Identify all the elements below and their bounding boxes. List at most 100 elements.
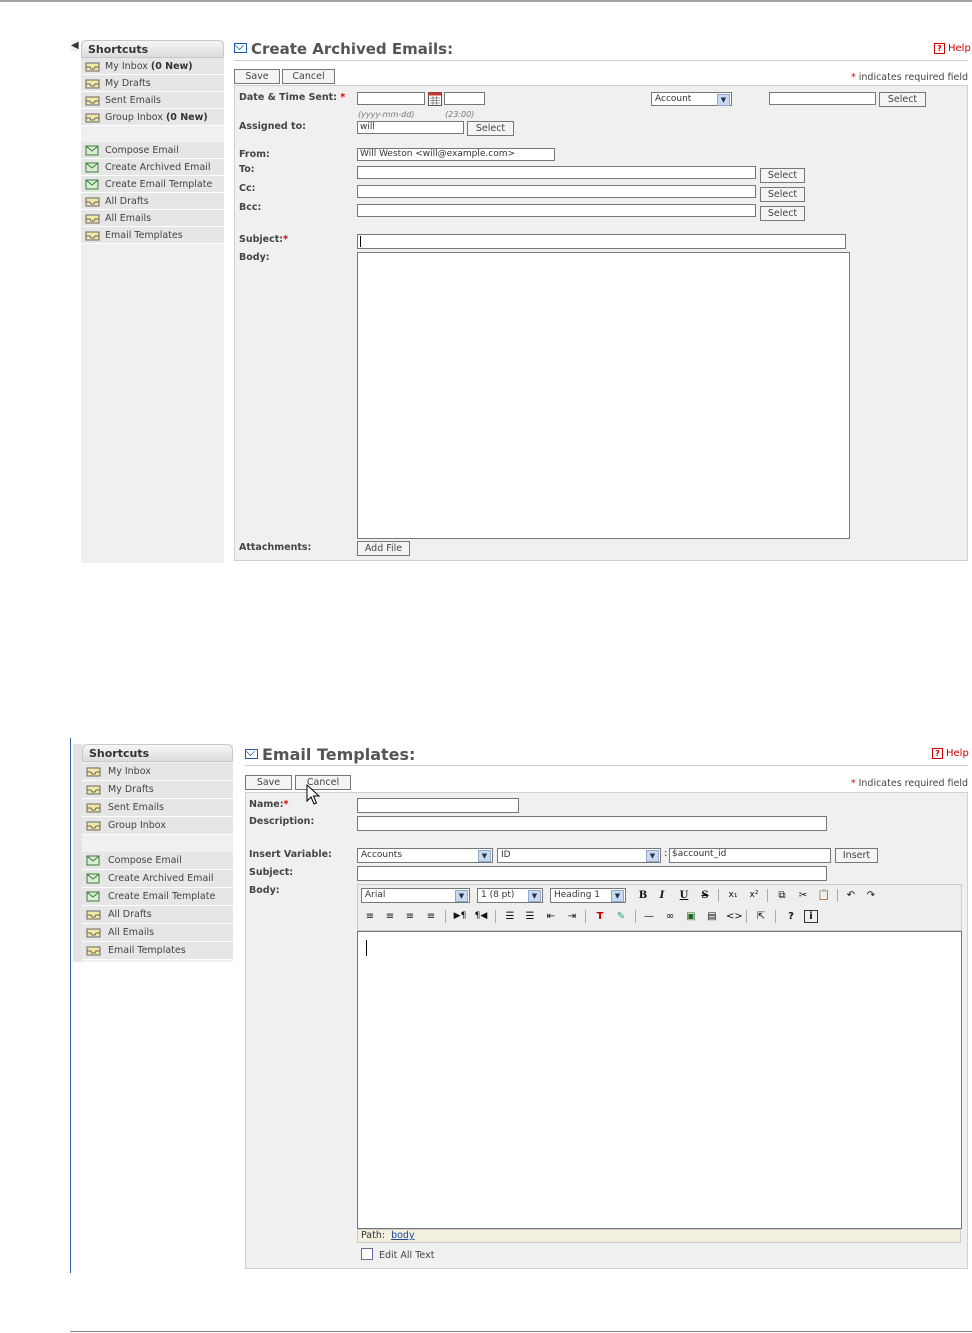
format-select[interactable]: Heading 1 ▼ <box>550 888 626 903</box>
toolbar-separator <box>445 910 446 923</box>
outdent-icon[interactable]: ⇤ <box>544 910 558 923</box>
sidebar-item-create-archived-email[interactable]: Create Archived Email <box>82 870 233 888</box>
underline-icon[interactable]: U <box>677 889 691 902</box>
superscript-icon[interactable]: x² <box>747 889 761 902</box>
rtl-icon[interactable]: ¶◀ <box>474 910 488 923</box>
body-editor[interactable] <box>357 931 962 1229</box>
cancel-button[interactable]: Cancel <box>282 69 335 84</box>
subject-input[interactable] <box>357 234 846 249</box>
ltr-icon[interactable]: ▶¶ <box>453 910 467 923</box>
to-select-button[interactable]: Select <box>760 168 805 183</box>
cut-icon[interactable]: ✂ <box>796 889 810 902</box>
bold-icon[interactable]: B <box>636 889 650 902</box>
variable-module-select[interactable]: Accounts ▼ <box>357 848 493 863</box>
compose-icon <box>86 855 100 866</box>
indent-icon[interactable]: ⇥ <box>565 910 579 923</box>
calendar-icon[interactable] <box>428 92 442 106</box>
sidebar-item-compose-email[interactable]: Compose Email <box>82 852 233 870</box>
align-left-icon[interactable]: ≡ <box>363 910 377 923</box>
sidebar-item-create-archived-email[interactable]: Create Archived Email <box>81 159 224 176</box>
image-icon[interactable]: ▣ <box>684 910 698 923</box>
sidebar-item-all-emails[interactable]: All Emails <box>82 924 233 942</box>
date-sent-input[interactable] <box>357 92 425 105</box>
align-right-icon[interactable]: ≡ <box>403 910 417 923</box>
cc-select-button[interactable]: Select <box>760 187 805 202</box>
collapse-sidebar-handle[interactable]: ◀ <box>71 40 79 51</box>
chevron-down-icon: ▼ <box>455 890 468 902</box>
font-size-select[interactable]: 1 (8 pt) ▼ <box>477 888 543 903</box>
redo-icon[interactable]: ↷ <box>864 889 878 902</box>
text-caret <box>360 236 361 247</box>
info-icon[interactable]: i <box>804 910 818 923</box>
sidebar-item-my-inbox[interactable]: My Inbox <box>82 763 233 781</box>
italic-icon[interactable]: I <box>655 889 669 902</box>
name-input[interactable] <box>357 798 519 813</box>
cc-input[interactable] <box>357 185 756 198</box>
undo-icon[interactable]: ↶ <box>844 889 858 902</box>
cancel-button[interactable]: Cancel <box>295 775 351 790</box>
html-source-icon[interactable]: <> <box>726 910 743 923</box>
font-family-select[interactable]: Arial ▼ <box>361 888 470 903</box>
bulleted-list-icon[interactable]: ☰ <box>523 910 537 923</box>
sidebar-item-email-templates[interactable]: Email Templates <box>81 227 224 244</box>
sidebar-item-group-inbox[interactable]: Group Inbox (0 New) <box>81 109 224 126</box>
description-input[interactable] <box>357 816 827 831</box>
help-link[interactable]: ? Help <box>934 43 971 54</box>
bcc-input[interactable] <box>357 204 756 217</box>
horizontal-rule-icon[interactable]: — <box>642 910 656 923</box>
sidebar-item-my-inbox[interactable]: My Inbox (0 New) <box>81 58 224 75</box>
to-input[interactable] <box>357 166 756 179</box>
sidebar-item-create-email-template[interactable]: Create Email Template <box>82 888 233 906</box>
strikethrough-icon[interactable]: S <box>698 889 712 902</box>
help-link[interactable]: ? Help <box>932 748 969 759</box>
link-icon[interactable]: ∞ <box>663 910 677 923</box>
copy-icon[interactable]: ⧉ <box>775 889 789 902</box>
parent-type-select[interactable]: Account ▼ <box>651 92 732 106</box>
align-justify-icon[interactable]: ≡ <box>424 910 438 923</box>
time-sent-input[interactable] <box>444 92 485 105</box>
toolbar-separator <box>635 910 636 923</box>
sidebar-item-label: Email Templates <box>108 945 186 956</box>
parent-select-button[interactable]: Select <box>879 92 926 107</box>
sidebar-item-sent-emails[interactable]: Sent Emails <box>81 92 224 109</box>
sidebar-item-all-drafts[interactable]: All Drafts <box>82 906 233 924</box>
bcc-select-button[interactable]: Select <box>760 206 805 221</box>
subject-input[interactable] <box>357 866 827 881</box>
sidebar-item-label: Sent Emails <box>105 95 161 106</box>
parent-name-input[interactable] <box>769 92 876 105</box>
help-question-icon[interactable]: ? <box>784 910 798 923</box>
fullscreen-icon[interactable]: ⇱ <box>754 910 768 923</box>
add-file-button[interactable]: Add File <box>357 541 410 556</box>
sidebar-item-all-emails[interactable]: All Emails <box>81 210 224 227</box>
save-button[interactable]: Save <box>234 69 280 84</box>
page-title: Create Archived Emails: <box>234 40 453 58</box>
path-body-link[interactable]: body <box>391 1230 415 1241</box>
sidebar-item-my-drafts[interactable]: My Drafts <box>81 75 224 92</box>
save-button[interactable]: Save <box>245 775 292 790</box>
sidebar-item-my-drafts[interactable]: My Drafts <box>82 781 233 799</box>
table-icon[interactable]: ▤ <box>705 910 719 923</box>
compose-icon <box>85 145 99 156</box>
body-textarea[interactable] <box>357 252 850 539</box>
sidebar-item-group-inbox[interactable]: Group Inbox <box>82 817 233 835</box>
sidebar-item-sent-emails[interactable]: Sent Emails <box>82 799 233 817</box>
from-input[interactable]: Will Weston <will@example.com> <box>357 148 555 161</box>
subscript-icon[interactable]: x₁ <box>726 889 740 902</box>
paste-icon[interactable]: 📋 <box>817 889 831 902</box>
assigned-select-button[interactable]: Select <box>467 121 514 136</box>
text-color-icon[interactable]: T <box>593 910 607 923</box>
variable-value-input[interactable]: $account_id <box>669 848 831 863</box>
sidebar-item-compose-email[interactable]: Compose Email <box>81 142 224 159</box>
background-color-icon[interactable]: ✎ <box>614 910 628 923</box>
edit-all-text-checkbox[interactable] <box>361 1248 373 1260</box>
align-center-icon[interactable]: ≡ <box>383 910 397 923</box>
assigned-to-input[interactable]: will <box>357 121 464 134</box>
variable-field-select[interactable]: ID ▼ <box>497 848 661 863</box>
sidebar-item-email-templates[interactable]: Email Templates <box>82 942 233 960</box>
sidebar-item-create-email-template[interactable]: Create Email Template <box>81 176 224 193</box>
numbered-list-icon[interactable]: ☰ <box>503 910 517 923</box>
sidebar-item-all-drafts[interactable]: All Drafts <box>81 193 224 210</box>
email-icon <box>234 43 247 53</box>
insert-button[interactable]: Insert <box>835 848 878 863</box>
new-count: (0 New) <box>165 112 208 123</box>
